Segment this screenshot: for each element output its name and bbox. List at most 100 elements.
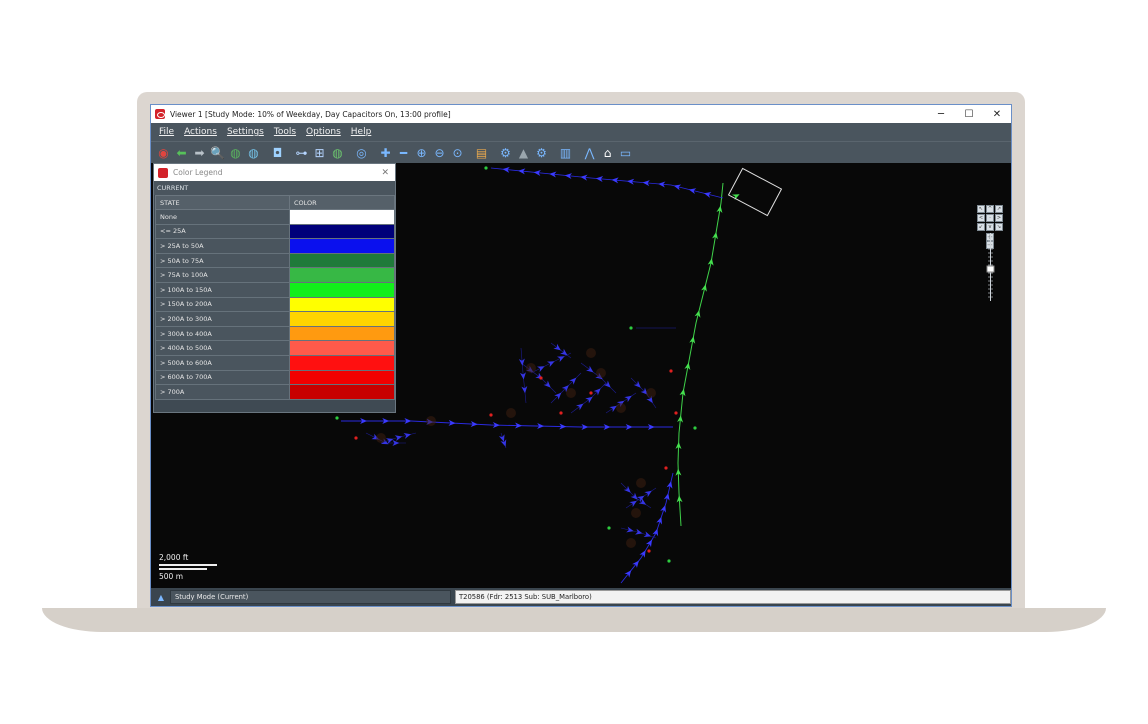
network-node[interactable] xyxy=(693,426,697,430)
tree-icon[interactable]: ⋀ xyxy=(581,144,598,161)
scale-imperial-label: 2,000 ft xyxy=(159,553,189,562)
network-node[interactable] xyxy=(559,411,563,415)
menu-tools[interactable]: Tools xyxy=(274,127,296,137)
pan-southeast-button[interactable]: ↘ xyxy=(995,223,1003,231)
legend-state-label: > 50A to 75A xyxy=(155,252,290,269)
zoom-out-icon[interactable]: ⊖ xyxy=(431,144,448,161)
node-glow xyxy=(566,388,576,398)
home-icon[interactable]: ⌂ xyxy=(599,144,616,161)
legend-color-cell xyxy=(289,340,395,356)
legend-state-label: > 400A to 500A xyxy=(155,340,290,356)
flow-arrow xyxy=(629,500,637,508)
flow-arrow xyxy=(556,356,565,363)
gear-icon[interactable]: ⚙ xyxy=(497,144,514,161)
legend-state-label: > 500A to 600A xyxy=(155,354,290,371)
map-canvas[interactable]: Color Legend ✕ CURRENT STATE COLOR None <… xyxy=(151,163,1011,588)
hide-eye-icon[interactable]: ◎ xyxy=(353,144,370,161)
flow-arrow xyxy=(684,362,691,370)
legend-close-icon[interactable]: ✕ xyxy=(381,168,389,178)
network-node[interactable] xyxy=(607,526,611,530)
globe-refresh-icon[interactable]: ◍ xyxy=(245,144,262,161)
legend-color-cell xyxy=(289,267,395,283)
graduation-cap-icon[interactable]: ▲ xyxy=(515,144,532,161)
settings-gear-icon[interactable]: ⚙ xyxy=(533,144,550,161)
zoom-in-icon[interactable]: ⊕ xyxy=(413,144,430,161)
camera-icon[interactable]: ◘ xyxy=(269,144,286,161)
target-icon[interactable]: ◉ xyxy=(155,144,172,161)
flow-arrow xyxy=(536,366,545,373)
zoom-out-abc-icon[interactable]: ━ xyxy=(395,144,412,161)
pan-north-button[interactable]: ^ xyxy=(986,205,994,213)
network-node[interactable] xyxy=(335,416,339,420)
window-title: Viewer 1 [Study Mode: 10% of Weekday, Da… xyxy=(170,109,451,119)
legend-color-cell xyxy=(289,354,395,371)
pan-south-button[interactable]: v xyxy=(986,223,994,231)
legend-logo-icon xyxy=(158,167,168,178)
back-arrow-icon[interactable]: ⬅ xyxy=(173,144,190,161)
network-node[interactable] xyxy=(539,376,543,380)
layers-icon[interactable]: ▤ xyxy=(473,144,490,161)
legend-color-swatch xyxy=(290,239,394,253)
minimize-button[interactable]: ─ xyxy=(927,105,955,123)
globe-search-icon[interactable]: ◍ xyxy=(227,144,244,161)
zoom-slider[interactable] xyxy=(986,233,995,301)
legend-color-swatch xyxy=(290,297,394,312)
network-icon[interactable]: ⊞ xyxy=(311,144,328,161)
connector-icon[interactable]: ⊶ xyxy=(293,144,310,161)
pan-center-button[interactable]: · xyxy=(986,214,994,222)
network-node[interactable] xyxy=(664,466,668,470)
flow-arrow xyxy=(394,435,403,442)
pan-east-button[interactable]: > xyxy=(995,214,1003,222)
flow-arrow xyxy=(638,498,647,505)
globe-icon[interactable]: ◍ xyxy=(329,144,346,161)
network-node[interactable] xyxy=(667,559,671,563)
menu-actions[interactable]: Actions xyxy=(184,127,217,137)
network-node[interactable] xyxy=(674,411,678,415)
flow-arrow xyxy=(652,528,659,537)
maximize-button[interactable]: ☐ xyxy=(955,105,983,123)
close-button[interactable]: ✕ xyxy=(983,105,1011,123)
network-node[interactable] xyxy=(489,413,493,417)
selection-info-field: T20586 (Fdr: 2513 Sub: SUB_Marlboro) xyxy=(454,590,1011,604)
feeder-segment[interactable] xyxy=(490,167,724,199)
feeder-segment[interactable] xyxy=(341,420,673,428)
selection-box[interactable] xyxy=(727,167,783,217)
network-node[interactable] xyxy=(354,436,358,440)
magnifier-icon[interactable]: 🔍 xyxy=(209,144,226,161)
pan-west-button[interactable]: < xyxy=(977,214,985,222)
legend-row: > 500A to 600A xyxy=(155,354,395,371)
network-node[interactable] xyxy=(629,326,633,330)
pan-northeast-button[interactable]: ↗ xyxy=(995,205,1003,213)
network-node[interactable] xyxy=(669,369,673,373)
flow-arrow xyxy=(660,505,666,513)
legend-color-cell xyxy=(289,252,395,269)
legend-title: Color Legend xyxy=(173,168,223,177)
legend-color-cell xyxy=(289,238,395,254)
legend-row: None xyxy=(155,209,395,225)
color-legend-panel[interactable]: Color Legend ✕ CURRENT STATE COLOR None <… xyxy=(153,163,396,413)
legend-color-cell xyxy=(289,311,395,327)
menu-file[interactable]: File xyxy=(159,127,174,137)
forward-arrow-icon[interactable]: ➡ xyxy=(191,144,208,161)
pan-control: ↖ ^ ↗ < · > ↙ v ↘ xyxy=(977,205,1005,231)
zoom-extent-icon[interactable]: ⊙ xyxy=(449,144,466,161)
comment-icon[interactable]: ▭ xyxy=(617,144,634,161)
flow-arrow xyxy=(639,550,646,558)
window-controls: ─ ☐ ✕ xyxy=(927,105,1011,123)
pan-southwest-button[interactable]: ↙ xyxy=(977,223,985,231)
zoom-in-abc-icon[interactable]: ✚ xyxy=(377,144,394,161)
network-node[interactable] xyxy=(589,391,593,395)
menu-options[interactable]: Options xyxy=(306,127,341,137)
legend-section-label: CURRENT xyxy=(154,181,395,195)
node-glow xyxy=(646,388,656,398)
menu-settings[interactable]: Settings xyxy=(227,127,264,137)
pan-northwest-button[interactable]: ↖ xyxy=(977,205,985,213)
menu-help[interactable]: Help xyxy=(351,127,372,137)
study-mode-field[interactable]: Study Mode (Current) xyxy=(169,590,451,604)
feeder-segment[interactable] xyxy=(550,342,572,359)
document-icon[interactable]: ▥ xyxy=(557,144,574,161)
network-node[interactable] xyxy=(647,549,651,553)
legend-row: > 150A to 200A xyxy=(155,296,395,313)
scale-bar-line xyxy=(159,564,217,566)
network-node[interactable] xyxy=(484,166,488,170)
